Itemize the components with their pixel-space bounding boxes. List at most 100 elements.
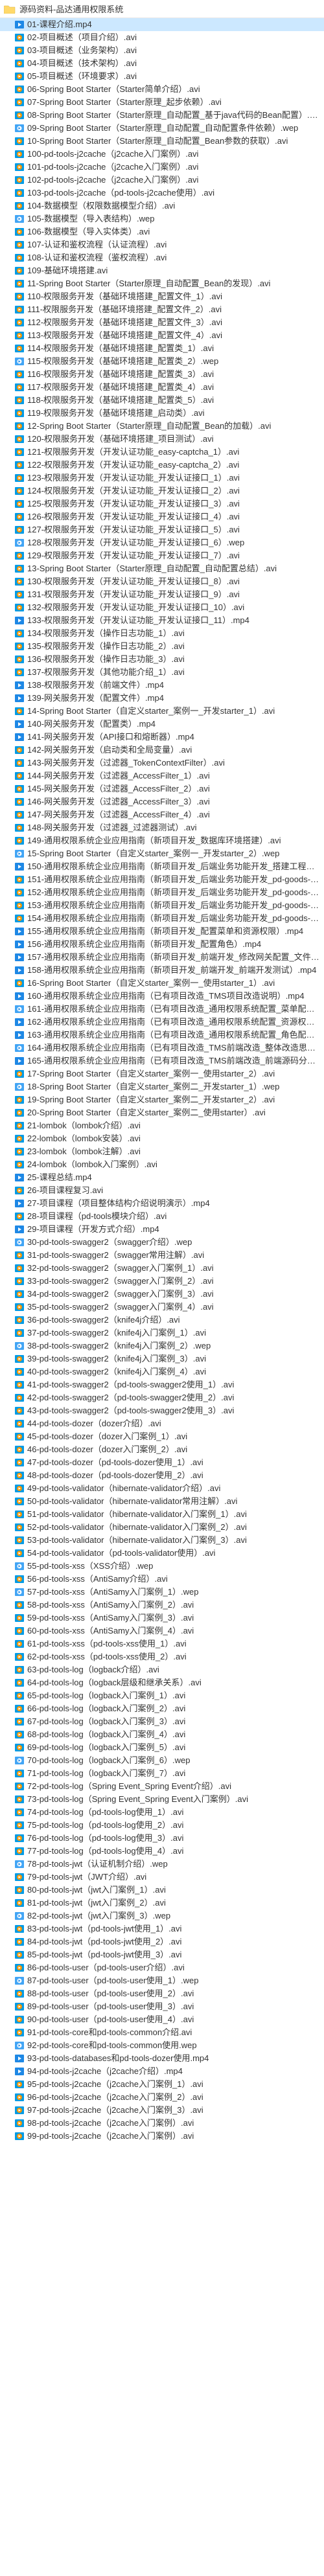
file-item[interactable]: 71-pd-tools-log（logback入门案例_7）.avi <box>0 1767 324 1780</box>
file-item[interactable]: 106-数据模型（导入实体类）.avi <box>0 225 324 238</box>
file-item[interactable]: 67-pd-tools-log（logback入门案例_3）.avi <box>0 1715 324 1728</box>
file-item[interactable]: 36-pd-tools-swagger2（knife4j介绍）.avi <box>0 1314 324 1327</box>
file-item[interactable]: 79-pd-tools-jwt（JWT介绍）.avi <box>0 1871 324 1884</box>
file-item[interactable]: 110-权限服务开发（基础环境搭建_配置文件_1）.avi <box>0 290 324 303</box>
file-item[interactable]: 61-pd-tools-xss（pd-tools-xss使用_1）.avi <box>0 1637 324 1650</box>
file-item[interactable]: 147-网关服务开发（过滤器_AccessFilter_4）.avi <box>0 808 324 821</box>
file-item[interactable]: 136-权限服务开发（操作日志功能_3）.avi <box>0 653 324 666</box>
file-item[interactable]: 99-pd-tools-j2cache（j2cache入门案例）.avi <box>0 2130 324 2143</box>
file-item[interactable]: 85-pd-tools-jwt（pd-tools-jwt使用_3）.avi <box>0 1948 324 1961</box>
file-item[interactable]: 08-Spring Boot Starter（Starter原理_自动配置_基于… <box>0 109 324 122</box>
file-item[interactable]: 15-Spring Boot Starter（自定义starter_案例一_开发… <box>0 847 324 860</box>
file-item[interactable]: 73-pd-tools-log（Spring Event_Spring Even… <box>0 1793 324 1806</box>
file-item[interactable]: 31-pd-tools-swagger2（swagger常用注解）.avi <box>0 1249 324 1262</box>
file-item[interactable]: 27-项目课程（项目整体结构介绍说明演示）.mp4 <box>0 1197 324 1210</box>
file-item[interactable]: 121-权限服务开发（开发认证功能_easy-captcha_1）.avi <box>0 446 324 459</box>
file-item[interactable]: 53-pd-tools-validator（hibernate-validato… <box>0 1534 324 1547</box>
file-item[interactable]: 102-pd-tools-j2cache（j2cache入门案例）.avi <box>0 174 324 187</box>
file-item[interactable]: 158-通用权限系统企业应用指南（新项目开发_前端开发_前端开发测试）.mp4 <box>0 964 324 977</box>
file-item[interactable]: 32-pd-tools-swagger2（swagger入门案例_1）.avi <box>0 1262 324 1275</box>
file-item[interactable]: 16-Spring Boot Starter（自定义starter_案例一_使用… <box>0 977 324 990</box>
file-item[interactable]: 162-通用权限系统企业应用指南（已有项目改造_通用权限系统配置_资源权限配置）… <box>0 1016 324 1029</box>
file-item[interactable]: 39-pd-tools-swagger2（knife4j入门案例_3）.avi <box>0 1352 324 1365</box>
file-item[interactable]: 17-Spring Boot Starter（自定义starter_案例一_使用… <box>0 1067 324 1080</box>
file-item[interactable]: 50-pd-tools-validator（hibernate-validato… <box>0 1495 324 1508</box>
file-item[interactable]: 165-通用权限系统企业应用指南（已有项目改造_TMS前端改造_前端源码分析）.… <box>0 1054 324 1067</box>
file-item[interactable]: 111-权限服务开发（基础环境搭建_配置文件_2）.avi <box>0 303 324 316</box>
file-item[interactable]: 89-pd-tools-user（pd-tools-user使用_3）.avi <box>0 2000 324 2013</box>
file-item[interactable]: 34-pd-tools-swagger2（swagger入门案例_3）.avi <box>0 1288 324 1301</box>
file-item[interactable]: 125-权限服务开发（开发认证功能_开发认证接口_3）.avi <box>0 497 324 510</box>
file-item[interactable]: 54-pd-tools-validator（pd-tools-validator… <box>0 1547 324 1560</box>
file-item[interactable]: 51-pd-tools-validator（hibernate-validato… <box>0 1508 324 1521</box>
file-item[interactable]: 81-pd-tools-jwt（jwt入门案例_2）.avi <box>0 1897 324 1909</box>
file-item[interactable]: 129-权限服务开发（开发认证功能_开发认证接口_7）.avi <box>0 549 324 562</box>
file-item[interactable]: 28-项目课程（pd-tools模块介绍）.avi <box>0 1210 324 1223</box>
file-item[interactable]: 07-Spring Boot Starter（Starter原理_起步依赖）.a… <box>0 96 324 109</box>
file-item[interactable]: 60-pd-tools-xss（AntiSamy入门案例_4）.avi <box>0 1624 324 1637</box>
file-item[interactable]: 116-权限服务开发（基础环境搭建_配置类_3）.avi <box>0 368 324 381</box>
file-item[interactable]: 133-权限服务开发（开发认证功能_开发认证接口_11）.mp4 <box>0 614 324 627</box>
file-item[interactable]: 109-基础环境搭建.avi <box>0 264 324 277</box>
file-item[interactable]: 42-pd-tools-swagger2（pd-tools-swagger2使用… <box>0 1391 324 1404</box>
file-item[interactable]: 68-pd-tools-log（logback入门案例_4）.avi <box>0 1728 324 1741</box>
file-item[interactable]: 29-项目课程（开发方式介绍）.mp4 <box>0 1223 324 1236</box>
file-item[interactable]: 80-pd-tools-jwt（jwt入门案例_1）.avi <box>0 1884 324 1897</box>
file-item[interactable]: 93-pd-tools-databases和pd-tools-dozer使用.m… <box>0 2052 324 2065</box>
file-item[interactable]: 118-权限服务开发（基础环境搭建_配置类_5）.avi <box>0 394 324 407</box>
file-item[interactable]: 20-Spring Boot Starter（自定义starter_案例二_使用… <box>0 1106 324 1119</box>
file-item[interactable]: 12-Spring Boot Starter（Starter原理_自动配置_Be… <box>0 420 324 433</box>
file-item[interactable]: 33-pd-tools-swagger2（swagger入门案例_2）.avi <box>0 1275 324 1288</box>
file-item[interactable]: 03-项目概述（业务架构）.avi <box>0 44 324 57</box>
file-item[interactable]: 161-通用权限系统企业应用指南（已有项目改造_通用权限系统配置_菜单配置）.w… <box>0 1003 324 1016</box>
file-item[interactable]: 74-pd-tools-log（pd-tools-log使用_1）.avi <box>0 1806 324 1819</box>
file-item[interactable]: 45-pd-tools-dozer（dozer入门案例_1）.avi <box>0 1430 324 1443</box>
file-item[interactable]: 92-pd-tools-core和pd-tools-common使用.wep <box>0 2039 324 2052</box>
file-item[interactable]: 115-权限服务开发（基础环境搭建_配置类_2）.wep <box>0 355 324 368</box>
file-item[interactable]: 72-pd-tools-log（Spring Event_Spring Even… <box>0 1780 324 1793</box>
file-item[interactable]: 119-权限服务开发（基础环境搭建_启动类）.avi <box>0 407 324 420</box>
file-item[interactable]: 83-pd-tools-jwt（pd-tools-jwt使用_1）.avi <box>0 1922 324 1935</box>
file-item[interactable]: 48-pd-tools-dozer（pd-tools-dozer使用_2）.av… <box>0 1469 324 1482</box>
file-item[interactable]: 70-pd-tools-log（logback入门案例_6）.wep <box>0 1754 324 1767</box>
file-item[interactable]: 114-权限服务开发（基础环境搭建_配置类_1）.avi <box>0 342 324 355</box>
file-item[interactable]: 123-权限服务开发（开发认证功能_开发认证接口_1）.avi <box>0 472 324 484</box>
file-item[interactable]: 75-pd-tools-log（pd-tools-log使用_2）.avi <box>0 1819 324 1832</box>
file-item[interactable]: 01-课程介绍.mp4 <box>0 18 324 31</box>
file-item[interactable]: 95-pd-tools-j2cache（j2cache入门案例_1）.avi <box>0 2078 324 2091</box>
file-item[interactable]: 117-权限服务开发（基础环境搭建_配置类_4）.avi <box>0 381 324 394</box>
file-item[interactable]: 06-Spring Boot Starter（Starter简单介绍）.avi <box>0 83 324 96</box>
file-item[interactable]: 139-网关服务开发（配置文件）.mp4 <box>0 692 324 705</box>
file-item[interactable]: 127-权限服务开发（开发认证功能_开发认证接口_5）.avi <box>0 523 324 536</box>
file-item[interactable]: 62-pd-tools-xss（pd-tools-xss使用_2）.avi <box>0 1650 324 1663</box>
file-item[interactable]: 04-项目概述（技术架构）.avi <box>0 57 324 70</box>
file-item[interactable]: 40-pd-tools-swagger2（knife4j入门案例_4）.avi <box>0 1365 324 1378</box>
file-item[interactable]: 46-pd-tools-dozer（dozer入门案例_2）.avi <box>0 1443 324 1456</box>
file-item[interactable]: 134-权限服务开发（操作日志功能_1）.avi <box>0 627 324 640</box>
file-item[interactable]: 44-pd-tools-dozer（dozer介绍）.avi <box>0 1417 324 1430</box>
file-item[interactable]: 22-lombok（lombok安装）.avi <box>0 1132 324 1145</box>
file-item[interactable]: 57-pd-tools-xss（AntiSamy入门案例_1）.wep <box>0 1586 324 1599</box>
file-item[interactable]: 65-pd-tools-log（logback入门案例_1）.avi <box>0 1689 324 1702</box>
file-item[interactable]: 23-lombok（lombok注解）.avi <box>0 1145 324 1158</box>
file-item[interactable]: 164-通用权限系统企业应用指南（已有项目改造_TMS前端改造_整体改造思路介绍… <box>0 1042 324 1054</box>
file-item[interactable]: 18-Spring Boot Starter（自定义starter_案例二_开发… <box>0 1080 324 1093</box>
file-item[interactable]: 78-pd-tools-jwt（认证机制介绍）.wep <box>0 1858 324 1871</box>
file-item[interactable]: 11-Spring Boot Starter（Starter原理_自动配置_Be… <box>0 277 324 290</box>
file-item[interactable]: 130-权限服务开发（开发认证功能_开发认证接口_8）.avi <box>0 575 324 588</box>
file-item[interactable]: 148-网关服务开发（过滤器_过滤器测试）.avi <box>0 821 324 834</box>
file-item[interactable]: 69-pd-tools-log（logback入门案例_5）.avi <box>0 1741 324 1754</box>
file-item[interactable]: 143-网关服务开发（过滤器_TokenContextFilter）.avi <box>0 757 324 769</box>
file-item[interactable]: 26-项目课程复习.avi <box>0 1184 324 1197</box>
file-item[interactable]: 124-权限服务开发（开发认证功能_开发认证接口_2）.avi <box>0 484 324 497</box>
file-item[interactable]: 150-通用权限系统企业应用指南（新项目开发_后端业务功能开发_搭建工程）.mp… <box>0 860 324 873</box>
file-item[interactable]: 96-pd-tools-j2cache（j2cache入门案例_2）.avi <box>0 2091 324 2104</box>
file-item[interactable]: 153-通用权限系统企业应用指南（新项目开发_后端业务功能开发_pd-goods… <box>0 899 324 912</box>
file-item[interactable]: 141-网关服务开发（API接口和熔断器）.mp4 <box>0 731 324 744</box>
file-item[interactable]: 103-pd-tools-j2cache（pd-tools-j2cache使用）… <box>0 187 324 199</box>
file-item[interactable]: 52-pd-tools-validator（hibernate-validato… <box>0 1521 324 1534</box>
file-item[interactable]: 55-pd-tools-xss（XSS介绍）.wep <box>0 1560 324 1573</box>
file-item[interactable]: 122-权限服务开发（开发认证功能_easy-captcha_2）.avi <box>0 459 324 472</box>
file-item[interactable]: 56-pd-tools-xss（AntiSamy介绍）.avi <box>0 1573 324 1586</box>
file-item[interactable]: 126-权限服务开发（开发认证功能_开发认证接口_4）.avi <box>0 510 324 523</box>
